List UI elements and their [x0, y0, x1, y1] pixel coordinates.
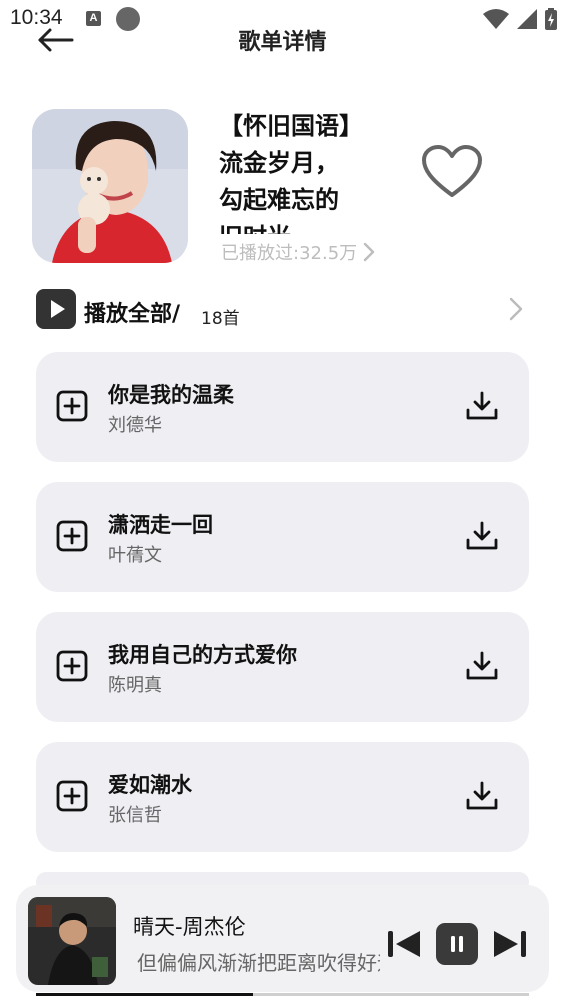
- song-item[interactable]: 潇洒走一回 叶蒨文: [36, 482, 529, 592]
- skip-previous-icon[interactable]: [386, 928, 422, 960]
- playback-progress-fill: [36, 993, 253, 996]
- song-artist: 叶蒨文: [108, 545, 162, 566]
- chevron-right-icon: [363, 242, 375, 262]
- song-title: 你是我的温柔: [108, 383, 234, 407]
- page-title: 歌单详情: [238, 30, 327, 55]
- song-count: 18首: [201, 309, 240, 329]
- add-to-list-icon[interactable]: [56, 780, 88, 812]
- heart-outline-icon[interactable]: [422, 145, 482, 199]
- song-item[interactable]: 爱如潮水 张信哲: [36, 742, 529, 852]
- chevron-right-icon[interactable]: [506, 295, 526, 323]
- download-icon[interactable]: [465, 650, 499, 682]
- add-to-list-icon[interactable]: [56, 650, 88, 682]
- song-artist: 陈明真: [108, 675, 162, 696]
- pause-button[interactable]: [436, 923, 478, 965]
- now-playing-lyric: 但偏偏风渐渐把距离吹得好远: [137, 951, 380, 975]
- playlist-cover[interactable]: [32, 109, 188, 263]
- song-title: 潇洒走一回: [108, 513, 213, 537]
- pause-icon: [451, 936, 463, 952]
- download-icon[interactable]: [465, 390, 499, 422]
- mini-player[interactable]: 晴天-周杰伦 但偏偏风渐渐把距离吹得好远: [16, 885, 549, 992]
- song-artist: 刘德华: [108, 415, 162, 436]
- song-item[interactable]: 你是我的温柔 刘德华: [36, 352, 529, 462]
- playlist-title: 【怀旧国语】流金岁月，勾起难忘的旧时光: [219, 112, 351, 234]
- song-title: 爱如潮水: [108, 773, 192, 797]
- download-icon[interactable]: [465, 780, 499, 812]
- play-all-label: 播放全部/: [84, 302, 181, 327]
- now-playing-title: 晴天-周杰伦: [133, 915, 246, 939]
- player-cover[interactable]: [28, 897, 116, 985]
- add-to-list-icon[interactable]: [56, 520, 88, 552]
- header: 歌单详情: [0, 20, 565, 60]
- download-icon[interactable]: [465, 520, 499, 552]
- play-count-link[interactable]: 已播放过:32.5万: [221, 239, 375, 265]
- play-icon: [51, 300, 65, 318]
- play-all-row[interactable]: 播放全部/ 18首: [36, 287, 526, 331]
- play-count: 已播放过:32.5万: [221, 243, 358, 264]
- play-all-button[interactable]: [36, 289, 76, 329]
- song-item[interactable]: 我用自己的方式爱你 陈明真: [36, 612, 529, 722]
- song-artist: 张信哲: [108, 805, 162, 826]
- album-art-image: [28, 897, 116, 985]
- playlist-cover-image: [32, 109, 188, 263]
- song-title: 我用自己的方式爱你: [108, 643, 297, 667]
- add-to-list-icon[interactable]: [56, 390, 88, 422]
- skip-next-icon[interactable]: [492, 928, 528, 960]
- playback-progress-bar[interactable]: [36, 993, 529, 996]
